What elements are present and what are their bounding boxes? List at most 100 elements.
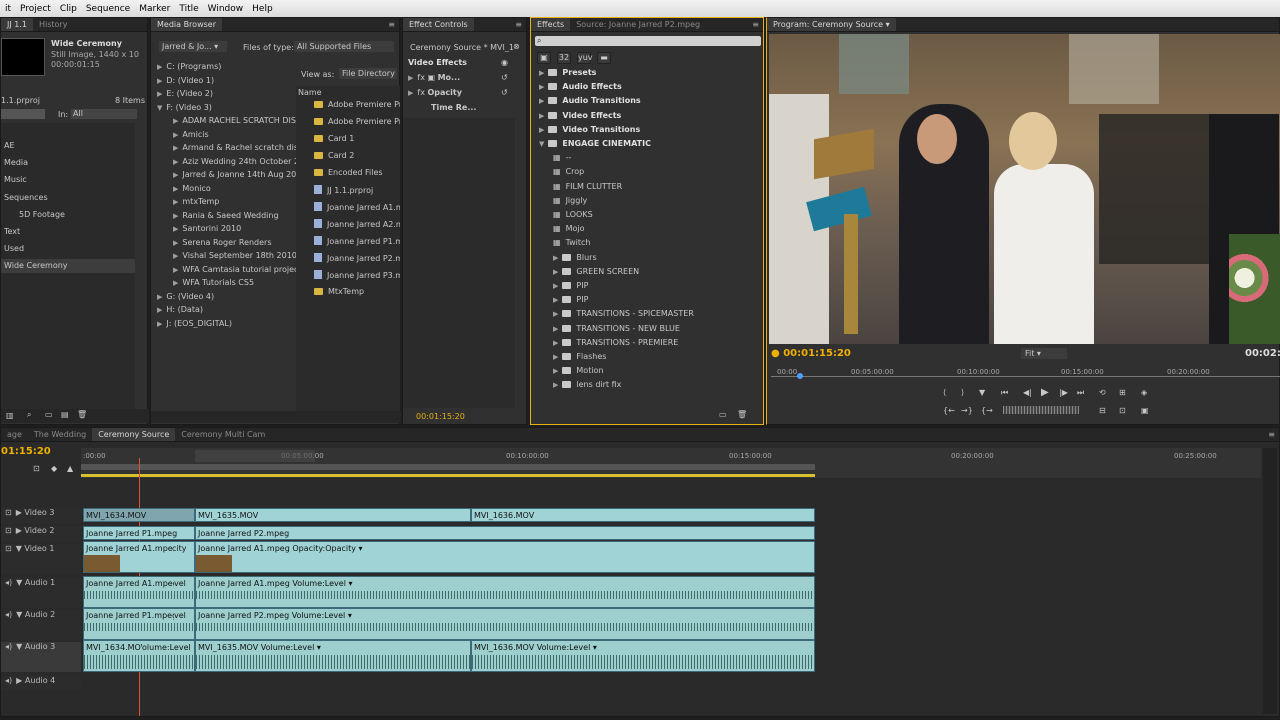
location-select[interactable]: Jarred & Jo... ▾: [159, 41, 227, 52]
directory-item[interactable]: ▶ Jarred & Joanne 14th Aug 2010: [173, 170, 313, 179]
menu-item-window[interactable]: Window: [204, 4, 248, 14]
effect-item[interactable]: ▦ Twitch: [553, 238, 763, 247]
chevron-right-icon[interactable]: ▶: [553, 325, 558, 333]
file-item[interactable]: MtxTemp: [314, 287, 400, 296]
timeline-clip[interactable]: MVI_1636.MOV: [471, 508, 815, 522]
panel-menu-icon[interactable]: ≡: [515, 20, 526, 29]
chevron-right-icon[interactable]: ▶: [173, 171, 178, 179]
effect-folder[interactable]: ▶ GREEN SCREEN: [553, 267, 763, 276]
effect-time-remap[interactable]: Time Re...: [431, 103, 476, 112]
effect-folder[interactable]: ▶ TRANSITIONS - PREMIERE: [553, 338, 763, 347]
chevron-right-icon[interactable]: ▶: [553, 353, 558, 361]
directory-item[interactable]: ▶ Armand & Rachel scratch disc: [173, 143, 313, 152]
tab-effect-controls[interactable]: Effect Controls: [403, 18, 474, 31]
playhead-timecode[interactable]: ● 00:01:15:20: [771, 348, 851, 359]
file-item[interactable]: Adobe Premiere Pro: [314, 117, 400, 126]
effect-item[interactable]: ▦ LOOKS: [553, 210, 763, 219]
timeline-clip[interactable]: Joanne Jarred A1.mpeg Opacity:Opacity ▾: [195, 541, 815, 573]
step-forward-marker-icon[interactable]: ⟩: [961, 388, 964, 397]
timeline-clip[interactable]: MVI_1635.MOV: [195, 508, 471, 522]
chevron-right-icon[interactable]: ▶: [173, 144, 178, 152]
bin-item[interactable]: Text: [4, 227, 20, 236]
bin-item[interactable]: Media: [4, 158, 28, 167]
timeline-clip[interactable]: Joanne Jarred A1.mpeg vel: [83, 576, 195, 608]
step-back-icon[interactable]: ◀|: [1023, 388, 1032, 397]
chevron-right-icon[interactable]: ▶: [173, 158, 178, 166]
list-view-icon[interactable]: ▥: [6, 411, 14, 420]
directory-item[interactable]: ▶ Amicis: [173, 130, 313, 139]
effect-item[interactable]: ▦ FILM CLUTTER: [553, 182, 763, 191]
menu-item-clip[interactable]: Clip: [56, 4, 81, 14]
marker-icon[interactable]: ◆: [51, 464, 57, 473]
mark-out-icon[interactable]: →}: [961, 406, 973, 415]
directory-item[interactable]: ▶ Santorini 2010: [173, 224, 313, 233]
effect-folder[interactable]: ▶ Blurs: [553, 253, 763, 262]
effect-folder[interactable]: ▶ lens dirt fix: [553, 380, 763, 389]
reset-icon[interactable]: ↺: [501, 88, 508, 97]
chevron-right-icon[interactable]: ▶: [553, 282, 558, 290]
timeline-vertical-scrollbar[interactable]: [1263, 448, 1277, 714]
play-icon[interactable]: ▶: [1041, 387, 1049, 398]
directory-item[interactable]: ▶ Serena Roger Renders: [173, 238, 313, 247]
chevron-right-icon[interactable]: ▶: [553, 310, 558, 318]
chevron-down-icon[interactable]: ▼: [157, 104, 162, 112]
timeline-clip[interactable]: Joanne Jarred P1.mpeg: [83, 526, 195, 540]
directory-item[interactable]: ▶ D: (Video 1): [157, 76, 297, 85]
close-icon[interactable]: ⊗: [513, 42, 520, 51]
timeline-ruler[interactable]: :00:00 00:05:00:00 00:10:00:00 00:15:00:…: [81, 448, 1261, 478]
panel-menu-icon[interactable]: ≡: [388, 20, 399, 29]
volume-dropdown[interactable]: Volume:Level: [537, 643, 591, 652]
effect-folder[interactable]: ▶ TRANSITIONS - SPICEMASTER: [553, 309, 763, 318]
effect-folder[interactable]: ▶ PIP: [553, 295, 763, 304]
trash-icon[interactable]: 🗑: [77, 410, 87, 419]
file-item[interactable]: Joanne Jarred P1.m: [314, 236, 400, 246]
go-to-out-icon[interactable]: ⏭: [1077, 388, 1084, 398]
effect-timecode[interactable]: 00:01:15:20: [416, 412, 465, 421]
tab-sequence[interactable]: Ceremony Multi Cam: [175, 428, 271, 441]
effect-item[interactable]: ▦ Mojo: [553, 224, 763, 233]
timeline-clip[interactable]: MVI_1635.MOV Volume:Level ▾: [195, 640, 471, 672]
directory-item[interactable]: ▶ Aziz Wedding 24th October 20: [173, 157, 313, 166]
effect-folder[interactable]: ▶ Motion: [553, 366, 763, 375]
chevron-right-icon[interactable]: ▶: [553, 381, 558, 389]
chevron-right-icon[interactable]: ▶: [157, 320, 162, 328]
tab-sequence[interactable]: age: [1, 428, 28, 441]
tab-sequence[interactable]: The Wedding: [28, 428, 92, 441]
file-item[interactable]: Card 1: [314, 134, 400, 143]
volume-dropdown[interactable]: Volume:Level: [261, 643, 315, 652]
reset-icon[interactable]: ↺: [501, 73, 508, 82]
effect-folder[interactable]: ▶ Flashes: [553, 352, 763, 361]
effect-item[interactable]: ▦ --: [553, 153, 763, 162]
directory-item[interactable]: ▶ C: (Programs): [157, 62, 297, 71]
bin-item[interactable]: 5D Footage: [19, 210, 65, 219]
speaker-icon[interactable]: ◂): [5, 610, 12, 619]
search-input[interactable]: [1, 109, 45, 119]
in-select[interactable]: All: [71, 109, 137, 119]
effect-folder[interactable]: ▶ Audio Transitions: [539, 96, 749, 105]
lift-icon[interactable]: ⊟: [1099, 406, 1106, 415]
timeline-timecode[interactable]: 01:15:20: [1, 446, 51, 457]
chevron-right-icon[interactable]: ▶: [173, 252, 178, 260]
file-item[interactable]: JJ 1.1.prproj: [314, 185, 400, 195]
file-item[interactable]: Adobe Premiere Pro: [314, 100, 400, 109]
chevron-right-icon[interactable]: ▶: [157, 293, 162, 301]
chevron-right-icon[interactable]: ▶: [173, 131, 178, 139]
extract-icon[interactable]: ⊡: [1119, 406, 1126, 415]
go-to-in-point-icon[interactable]: {→: [981, 406, 993, 415]
timeline-clip[interactable]: Joanne Jarred P1.mpeg vel: [83, 608, 195, 640]
chevron-right-icon[interactable]: ▶: [173, 198, 178, 206]
eye-icon[interactable]: ⊡: [5, 526, 12, 535]
32bit-effects-icon[interactable]: 32: [557, 52, 571, 64]
step-forward-icon[interactable]: |▶: [1059, 388, 1068, 397]
chevron-right-icon[interactable]: ▶: [173, 212, 178, 220]
panel-menu-icon[interactable]: ≡: [1268, 430, 1279, 439]
volume-dropdown[interactable]: Volume:Level: [292, 611, 346, 620]
chevron-right-icon[interactable]: ▶: [553, 254, 558, 262]
search-icon[interactable]: ⌕: [27, 410, 31, 420]
file-item[interactable]: Joanne Jarred P3.m: [314, 270, 400, 280]
bin-item[interactable]: Used: [4, 244, 24, 253]
yuv-effects-icon[interactable]: yuv: [577, 52, 593, 64]
menu-item-sequence[interactable]: Sequence: [82, 4, 134, 14]
loop-icon[interactable]: ⟲: [1099, 388, 1106, 397]
effect-folder[interactable]: ▶ PIP: [553, 281, 763, 290]
